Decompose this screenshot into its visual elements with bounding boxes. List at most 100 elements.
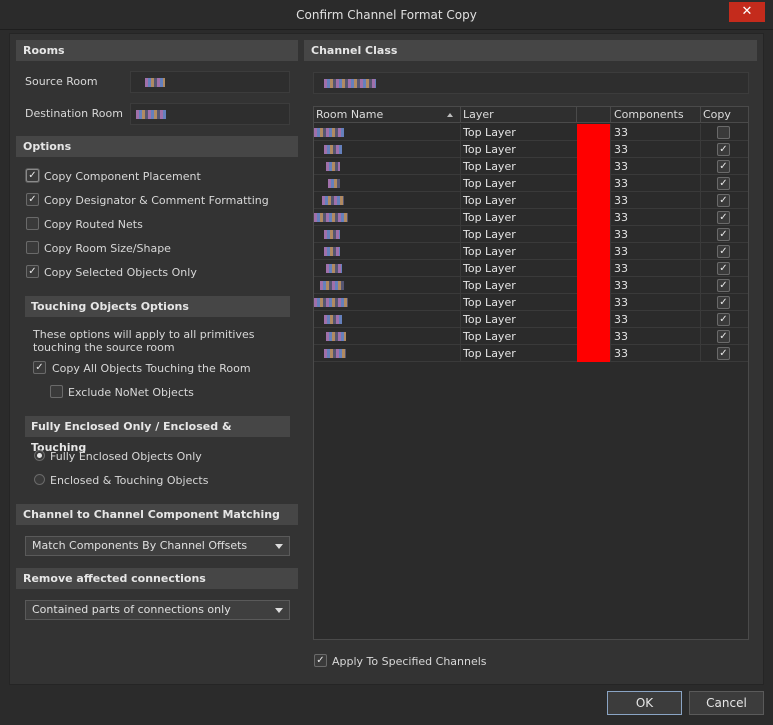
channel-class-field[interactable] [313, 72, 749, 94]
remove-connections-header: Remove affected connections [16, 568, 298, 589]
touching-desc-line1: These options will apply to all primitiv… [33, 328, 255, 341]
room-color-swatch [577, 277, 610, 294]
components-cell: 33 [614, 313, 628, 326]
layer-cell: Top Layer [463, 194, 516, 207]
copy-checkbox[interactable]: ✓ [717, 160, 730, 173]
copy-checkbox[interactable]: ✓ [717, 347, 730, 360]
copy-checkbox[interactable]: ✓ [717, 177, 730, 190]
room-color-swatch [577, 141, 610, 158]
table-header: Room Name Layer Components Copy [314, 107, 748, 123]
channel-class-header: Channel Class [304, 40, 757, 61]
copy-checkbox[interactable] [717, 126, 730, 139]
table-row[interactable]: Top Layer 33 ✓ [314, 175, 748, 192]
ok-button[interactable]: OK [607, 691, 682, 715]
table-row[interactable]: Top Layer 33 ✓ [314, 328, 748, 345]
copy-all-touching-label: Copy All Objects Touching the Room [52, 362, 251, 375]
layer-cell: Top Layer [463, 245, 516, 258]
room-color-swatch [577, 311, 610, 328]
copy-checkbox[interactable]: ✓ [717, 296, 730, 309]
layer-cell: Top Layer [463, 296, 516, 309]
col-layer[interactable]: Layer [463, 108, 494, 122]
copy-selected-only-checkbox[interactable]: ✓ [26, 265, 39, 278]
copy-checkbox[interactable]: ✓ [717, 194, 730, 207]
apply-specified-checkbox[interactable]: ✓ [314, 654, 327, 667]
layer-cell: Top Layer [463, 143, 516, 156]
room-name-redacted [324, 230, 340, 239]
exclude-nonet-checkbox[interactable] [50, 385, 63, 398]
table-row[interactable]: Top Layer 33 [314, 124, 748, 141]
table-row[interactable]: Top Layer 33 ✓ [314, 345, 748, 362]
room-color-swatch [577, 345, 610, 362]
room-name-redacted [324, 349, 346, 358]
col-copy[interactable]: Copy [703, 108, 731, 122]
close-button[interactable]: ✕ [729, 2, 765, 22]
components-cell: 33 [614, 279, 628, 292]
room-name-redacted [314, 298, 348, 307]
table-row[interactable]: Top Layer 33 ✓ [314, 243, 748, 260]
table-row[interactable]: Top Layer 33 ✓ [314, 209, 748, 226]
room-name-redacted [326, 162, 340, 171]
options-header: Options [16, 136, 298, 157]
room-name-redacted [314, 213, 348, 222]
copy-room-size-label: Copy Room Size/Shape [44, 242, 171, 255]
room-color-swatch [577, 124, 610, 141]
enclosed-header: Fully Enclosed Only / Enclosed & Touchin… [25, 416, 290, 454]
matching-dropdown[interactable]: Match Components By Channel Offsets [25, 536, 290, 556]
components-cell: 33 [614, 143, 628, 156]
destination-room-field[interactable] [130, 103, 290, 125]
fully-enclosed-label: Fully Enclosed Objects Only [50, 450, 202, 463]
room-color-swatch [577, 209, 610, 226]
table-row[interactable]: Top Layer 33 ✓ [314, 158, 748, 175]
cancel-button[interactable]: Cancel [689, 691, 764, 715]
remove-connections-dropdown-value: Contained parts of connections only [32, 603, 231, 616]
table-row[interactable]: Top Layer 33 ✓ [314, 311, 748, 328]
copy-checkbox[interactable]: ✓ [717, 143, 730, 156]
components-cell: 33 [614, 347, 628, 360]
copy-checkbox[interactable]: ✓ [717, 330, 730, 343]
components-cell: 33 [614, 262, 628, 275]
enclosed-touching-radio[interactable] [34, 474, 45, 485]
copy-checkbox[interactable]: ✓ [717, 313, 730, 326]
layer-cell: Top Layer [463, 160, 516, 173]
components-cell: 33 [614, 211, 628, 224]
copy-routed-nets-label: Copy Routed Nets [44, 218, 143, 231]
room-name-redacted [328, 179, 340, 188]
fully-enclosed-radio[interactable] [34, 450, 45, 461]
copy-checkbox[interactable]: ✓ [717, 211, 730, 224]
table-row[interactable]: Top Layer 33 ✓ [314, 294, 748, 311]
col-room-name[interactable]: Room Name [316, 108, 383, 122]
chevron-down-icon [275, 608, 283, 613]
layer-cell: Top Layer [463, 211, 516, 224]
layer-cell: Top Layer [463, 330, 516, 343]
copy-room-size-checkbox[interactable] [26, 241, 39, 254]
copy-routed-nets-checkbox[interactable] [26, 217, 39, 230]
chevron-down-icon [275, 544, 283, 549]
components-cell: 33 [614, 160, 628, 173]
copy-all-touching-checkbox[interactable]: ✓ [33, 361, 46, 374]
rooms-header: Rooms [16, 40, 298, 61]
room-name-redacted [320, 281, 344, 290]
remove-connections-dropdown[interactable]: Contained parts of connections only [25, 600, 290, 620]
room-name-redacted [324, 315, 342, 324]
copy-selected-only-label: Copy Selected Objects Only [44, 266, 197, 279]
copy-checkbox[interactable]: ✓ [717, 262, 730, 275]
room-name-redacted [326, 264, 342, 273]
matching-dropdown-value: Match Components By Channel Offsets [32, 539, 248, 552]
table-row[interactable]: Top Layer 33 ✓ [314, 260, 748, 277]
table-row[interactable]: Top Layer 33 ✓ [314, 192, 748, 209]
source-room-field[interactable] [130, 71, 290, 93]
copy-component-placement-label: Copy Component Placement [44, 170, 201, 183]
table-row[interactable]: Top Layer 33 ✓ [314, 141, 748, 158]
copy-checkbox[interactable]: ✓ [717, 279, 730, 292]
table-row[interactable]: Top Layer 33 ✓ [314, 226, 748, 243]
copy-component-placement-checkbox[interactable]: ✓ [26, 169, 39, 182]
copy-designator-checkbox[interactable]: ✓ [26, 193, 39, 206]
copy-checkbox[interactable]: ✓ [717, 245, 730, 258]
table-row[interactable]: Top Layer 33 ✓ [314, 277, 748, 294]
col-components[interactable]: Components [614, 108, 684, 122]
source-room-label: Source Room [25, 75, 98, 88]
components-cell: 33 [614, 296, 628, 309]
room-name-redacted [326, 332, 346, 341]
room-color-swatch [577, 192, 610, 209]
copy-checkbox[interactable]: ✓ [717, 228, 730, 241]
